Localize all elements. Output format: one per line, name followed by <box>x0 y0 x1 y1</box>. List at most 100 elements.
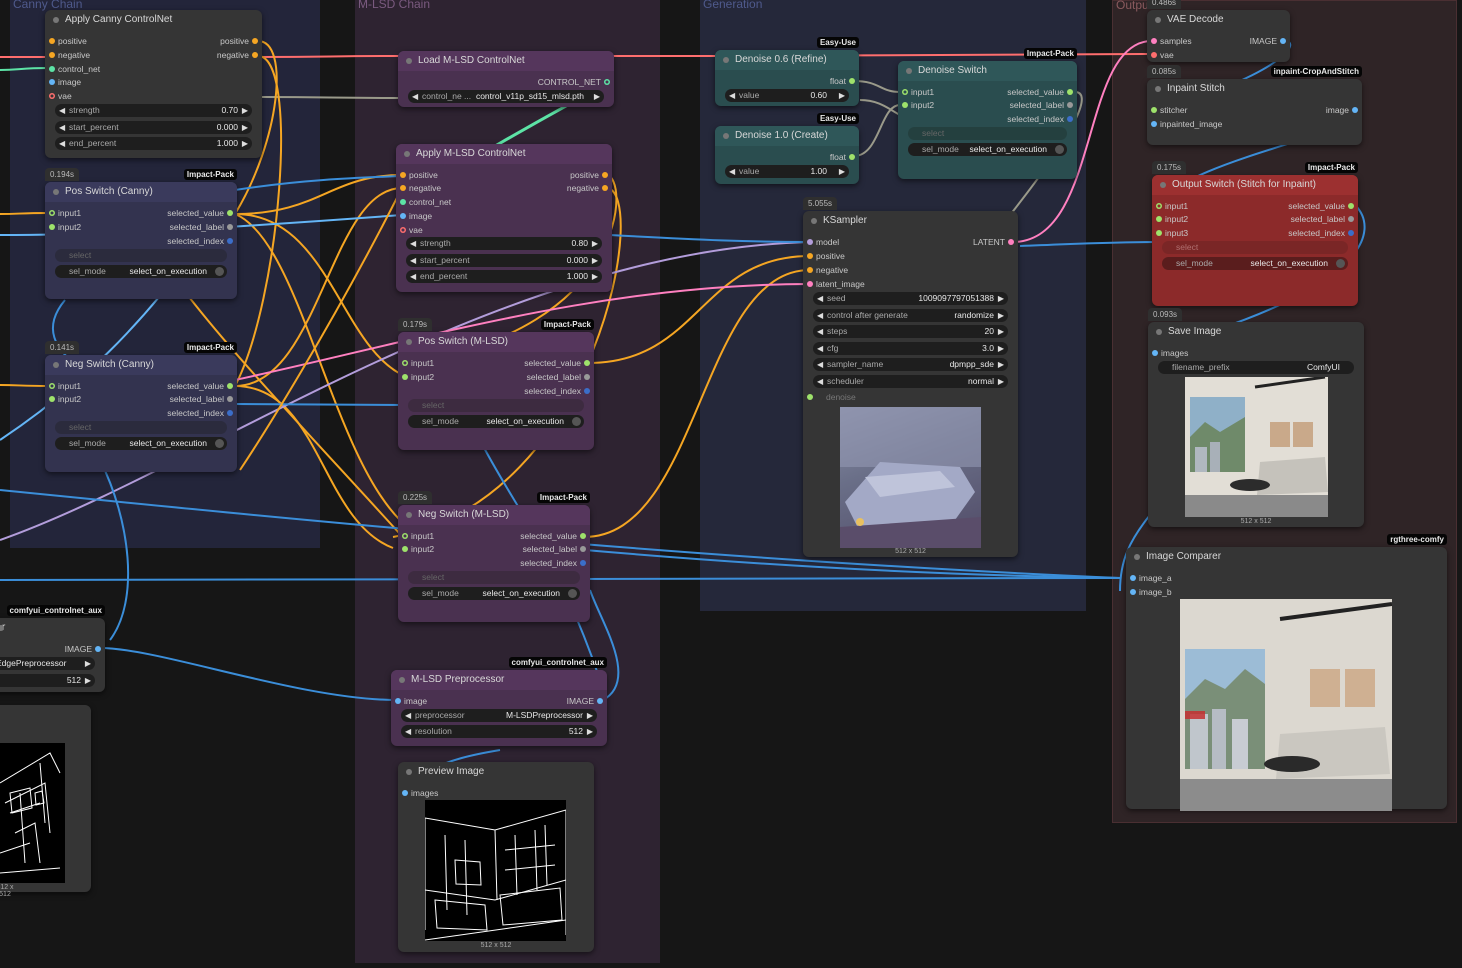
control-after-generate-widget[interactable]: ◀ control after generate randomize ▶ <box>813 309 1008 322</box>
input-image-a[interactable]: image_a <box>1126 572 1172 584</box>
node-mlsd-preprocessor[interactable]: comfyui_controlnet_aux M-LSD Preprocesso… <box>391 657 607 746</box>
output-positive[interactable]: positive <box>220 35 262 47</box>
output-selected-label[interactable]: selected_label <box>523 543 590 555</box>
value-widget[interactable]: ◀ value 1.00 ▶ <box>725 165 849 178</box>
node-title[interactable]: Save Image <box>1148 322 1364 342</box>
output-selected-index[interactable]: selected_index <box>1007 113 1077 125</box>
scheduler-widget[interactable]: ◀ scheduler normal ▶ <box>813 375 1008 388</box>
node-title[interactable]: Denoise 0.6 (Refine) <box>715 50 859 70</box>
input-input3[interactable]: input3 <box>1152 227 1188 239</box>
node-pos-switch-mlsd[interactable]: 0.179s Impact-Pack Pos Switch (M-LSD) in… <box>398 318 594 450</box>
node-neg-switch-canny[interactable]: 0.141s Impact-Pack Neg Switch (Canny) in… <box>45 341 237 472</box>
output-selected-label[interactable]: selected_label <box>170 393 237 405</box>
output-selected-index[interactable]: selected_index <box>167 235 237 247</box>
node-title[interactable]: KSampler <box>803 211 1018 231</box>
node-title[interactable]: Output Switch (Stitch for Inpaint) <box>1152 175 1358 195</box>
output-image[interactable]: IMAGE <box>1250 35 1290 47</box>
sel-mode-toggle[interactable]: sel_mode select_on_execution <box>408 587 580 600</box>
output-selected-index[interactable]: selected_index <box>524 385 594 397</box>
node-neg-switch-mlsd[interactable]: 0.225s Impact-Pack Neg Switch (M-LSD) in… <box>398 491 590 622</box>
output-image[interactable]: IMAGE <box>567 695 607 707</box>
preprocessor-widget[interactable]: ◀ preprocessor M-LSDPreprocessor ▶ <box>401 709 597 722</box>
node-title[interactable]: Load M-LSD ControlNet <box>398 51 614 71</box>
sampler-name-widget[interactable]: ◀ sampler_name dpmpp_sde ▶ <box>813 358 1008 371</box>
output-selected-label[interactable]: selected_label <box>1291 213 1358 225</box>
input-latent-image[interactable]: latent_image <box>803 278 865 290</box>
end-percent-widget[interactable]: ◀ end_percent 1.000 ▶ <box>406 270 602 283</box>
output-selected-value[interactable]: selected_value <box>1288 200 1358 212</box>
input-images[interactable]: images <box>1148 347 1188 359</box>
preprocessor-widget[interactable]: EdgePreprocessor ▶ <box>0 657 95 670</box>
output-image[interactable]: image <box>1326 104 1362 116</box>
sel-mode-toggle[interactable]: sel_mode select_on_execution <box>55 437 227 450</box>
input-image-b[interactable]: image_b <box>1126 586 1172 598</box>
input-samples[interactable]: samples <box>1147 35 1192 47</box>
select-widget[interactable]: select <box>55 421 227 434</box>
input-denoise[interactable]: denoise <box>803 391 856 403</box>
input-image[interactable]: image <box>391 695 427 707</box>
node-title[interactable]: Preview Image <box>398 762 594 782</box>
strength-widget[interactable]: ◀ strength 0.80 ▶ <box>406 237 602 250</box>
start-percent-widget[interactable]: ◀ start_percent 0.000 ▶ <box>406 254 602 267</box>
input-inpainted-image[interactable]: inpainted_image <box>1147 118 1222 130</box>
node-title[interactable]: Pos Switch (Canny) <box>45 182 237 202</box>
output-selected-value[interactable]: selected_value <box>520 530 590 542</box>
node-denoise-create[interactable]: Easy-Use Denoise 1.0 (Create) float ◀ val… <box>715 113 859 184</box>
output-control-net[interactable]: CONTROL_NET <box>538 76 614 88</box>
control-net-name-widget[interactable]: ◀ control_ne ... control_v11p_sd15_mlsd.pt… <box>408 90 604 103</box>
value-widget[interactable]: ◀ value 0.60 ▶ <box>725 89 849 102</box>
node-title[interactable]: Denoise Switch <box>898 61 1077 81</box>
select-widget[interactable]: select <box>908 127 1067 140</box>
output-selected-value[interactable]: selected_value <box>167 207 237 219</box>
input-input2[interactable]: input2 <box>898 99 934 111</box>
node-output-switch[interactable]: 0.175s Impact-Pack Output Switch (Stitch… <box>1152 161 1358 306</box>
steps-widget[interactable]: ◀ steps 20 ▶ <box>813 325 1008 338</box>
filename-prefix-widget[interactable]: filename_prefix ComfyUI <box>1158 361 1354 374</box>
input-image[interactable]: image <box>45 76 81 88</box>
input-input1[interactable]: input1 <box>398 357 434 369</box>
input-input2[interactable]: input2 <box>398 371 434 383</box>
output-selected-label[interactable]: selected_label <box>170 221 237 233</box>
output-latent[interactable]: LATENT <box>973 236 1018 248</box>
node-inpaint-stitch[interactable]: 0.085s inpaint-CropAndStitch Inpaint Sti… <box>1147 65 1362 145</box>
input-input2[interactable]: input2 <box>398 543 434 555</box>
input-model[interactable]: model <box>803 236 839 248</box>
node-apply-mlsd-controlnet[interactable]: Apply M-LSD ControlNet positive negative… <box>396 144 612 292</box>
select-widget[interactable]: select <box>1162 241 1348 254</box>
node-ksampler[interactable]: 5.055s KSampler model positive negative … <box>803 197 1018 557</box>
node-title[interactable]: r <box>0 618 105 638</box>
node-preview-image[interactable]: Preview Image images 512 x 512 <box>398 762 594 952</box>
input-vae[interactable]: vae <box>396 224 423 236</box>
input-input2[interactable]: input2 <box>1152 213 1188 225</box>
input-control-net[interactable]: control_net <box>396 196 451 208</box>
start-percent-widget[interactable]: ◀ start_percent 0.000 ▶ <box>55 121 252 134</box>
input-images[interactable]: images <box>398 787 438 799</box>
input-input1[interactable]: input1 <box>898 86 934 98</box>
input-input1[interactable]: input1 <box>1152 200 1188 212</box>
output-selected-value[interactable]: selected_value <box>524 357 594 369</box>
output-float[interactable]: float <box>830 75 859 87</box>
strength-widget[interactable]: ◀ strength 0.70 ▶ <box>55 104 252 117</box>
select-widget[interactable]: select <box>408 399 584 412</box>
end-percent-widget[interactable]: ◀ end_percent 1.000 ▶ <box>55 137 252 150</box>
output-selected-label[interactable]: selected_label <box>527 371 594 383</box>
output-selected-index[interactable]: selected_index <box>1288 227 1358 239</box>
node-title[interactable]: Image Comparer <box>1126 547 1447 567</box>
input-positive[interactable]: positive <box>396 169 438 181</box>
output-selected-index[interactable]: selected_index <box>520 557 590 569</box>
node-title[interactable]: Neg Switch (Canny) <box>45 355 237 375</box>
sel-mode-toggle[interactable]: sel_mode select_on_execution <box>408 415 584 428</box>
node-apply-canny-controlnet[interactable]: Apply Canny ControlNet positive negative… <box>45 10 262 158</box>
node-canny-preprocessor[interactable]: comfyui_controlnet_aux r IMAGE EdgePrepr… <box>0 605 105 692</box>
input-negative[interactable]: negative <box>803 264 848 276</box>
select-widget[interactable]: select <box>55 249 227 262</box>
output-selected-label[interactable]: selected_label <box>1010 99 1077 111</box>
input-input1[interactable]: input1 <box>45 207 81 219</box>
input-image[interactable]: image <box>396 210 432 222</box>
input-positive[interactable]: positive <box>803 250 845 262</box>
input-input2[interactable]: input2 <box>45 393 81 405</box>
node-title[interactable]: Apply M-LSD ControlNet <box>396 144 612 164</box>
node-vae-decode[interactable]: 0.486s VAE Decode samples vae IMAGE <box>1147 0 1290 62</box>
node-denoise-switch[interactable]: Impact-Pack Denoise Switch input1 input2… <box>898 48 1077 179</box>
node-title[interactable]: VAE Decode <box>1147 10 1290 30</box>
